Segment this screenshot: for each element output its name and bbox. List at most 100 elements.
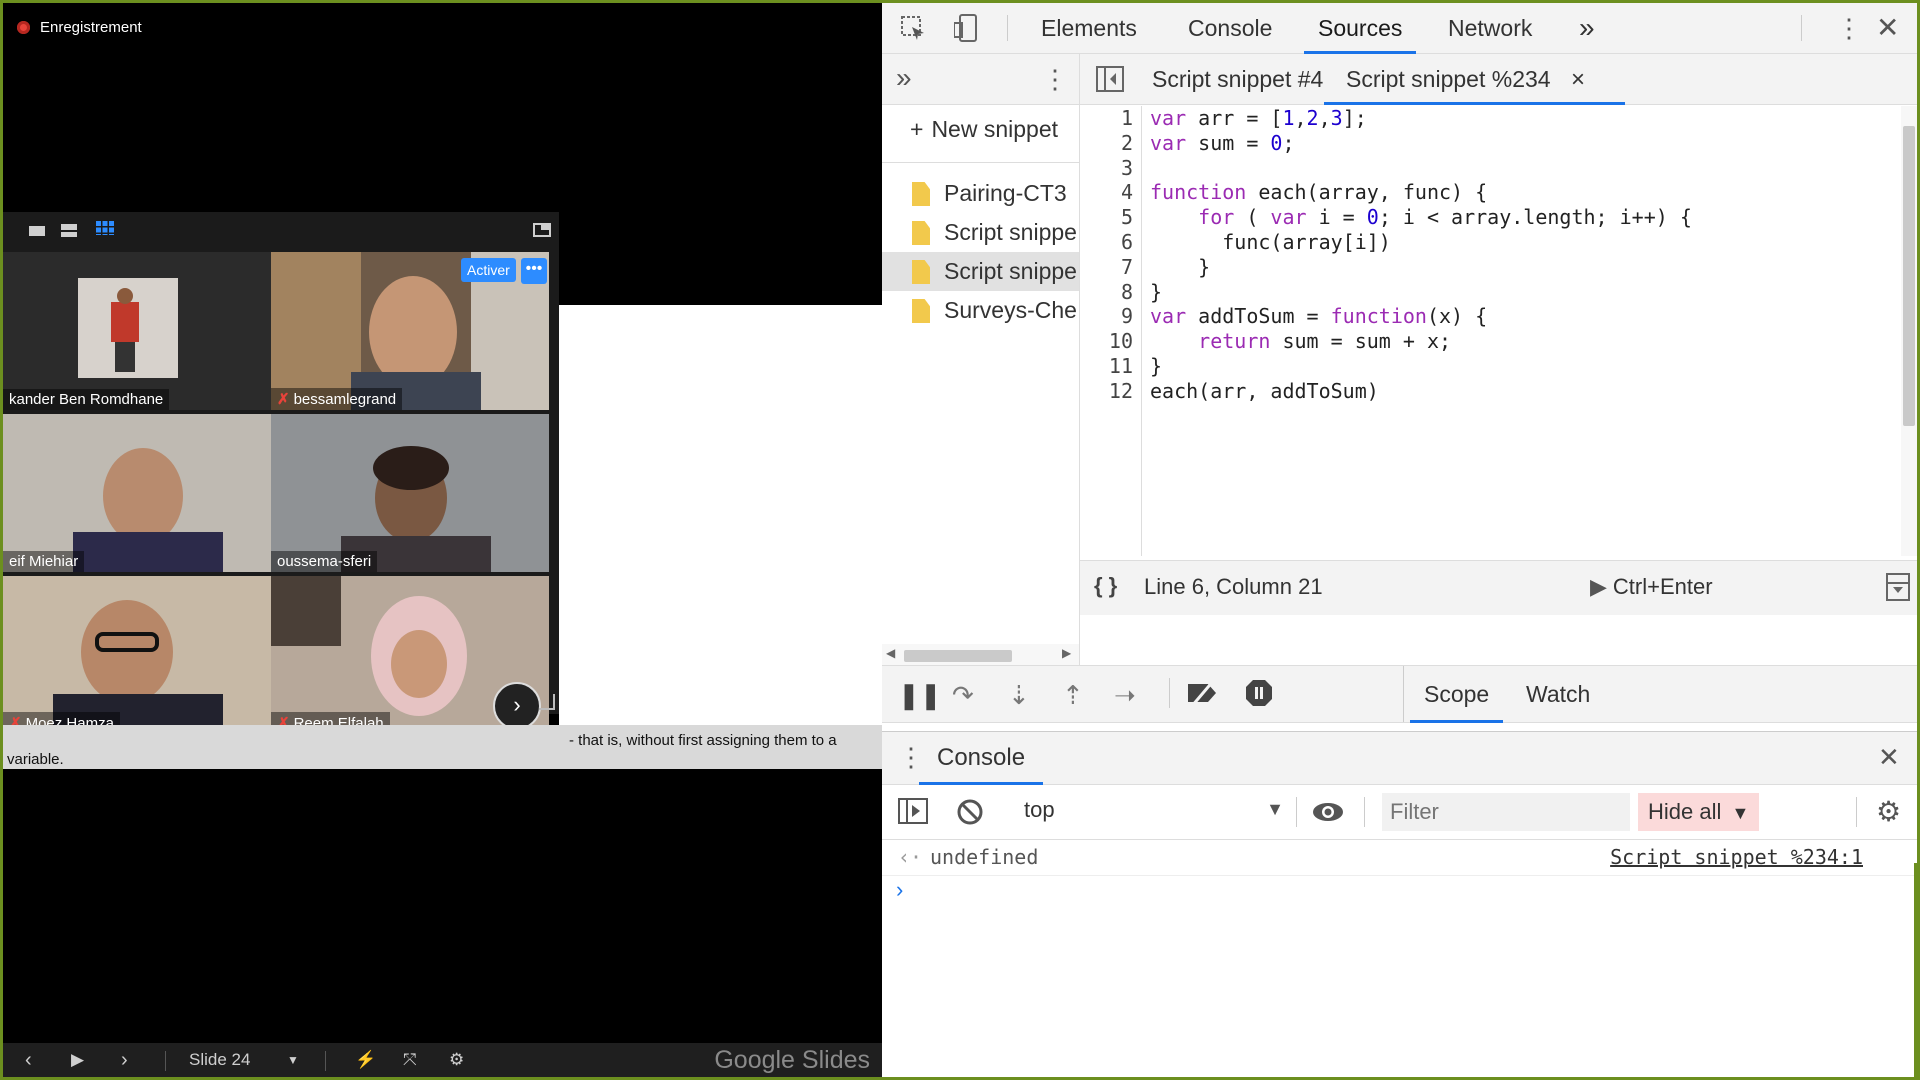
code-line[interactable]: } xyxy=(1150,280,1890,305)
slide-number-select[interactable]: Slide 24 xyxy=(189,1043,250,1077)
speaker-view-icon[interactable] xyxy=(29,226,45,240)
line-number: 7 xyxy=(1120,254,1133,279)
snippet-file[interactable]: Script snippe xyxy=(882,213,1079,252)
pause-icon[interactable]: ❚❚ xyxy=(898,680,942,711)
more-panes-icon[interactable]: » xyxy=(896,62,912,94)
settings-icon[interactable]: ⚙ xyxy=(449,1043,464,1077)
scroll-left-icon[interactable]: ◀ xyxy=(886,646,895,660)
pretty-print-icon[interactable]: { } xyxy=(1094,573,1117,599)
code-line[interactable]: var arr = [1,2,3]; xyxy=(1150,106,1890,131)
play-icon[interactable]: ▶ xyxy=(71,1043,84,1077)
code-line[interactable]: return sum = sum + x; xyxy=(1150,329,1890,354)
code-line[interactable]: for ( var i = 0; i < array.length; i++) … xyxy=(1150,205,1890,230)
pause-on-exceptions-icon[interactable] xyxy=(1244,678,1274,708)
next-slide-icon[interactable]: › xyxy=(121,1043,128,1077)
gallery-view-icon[interactable] xyxy=(96,221,114,235)
code-line[interactable]: var addToSum = function(x) { xyxy=(1150,304,1890,329)
step-over-icon[interactable]: ↷ xyxy=(952,680,974,711)
snippet-file-icon xyxy=(912,221,930,245)
mic-muted-icon: ✗ xyxy=(277,391,290,408)
code-line[interactable]: } xyxy=(1150,354,1890,379)
device-toolbar-icon[interactable] xyxy=(954,13,980,43)
inspect-element-icon[interactable] xyxy=(900,15,926,41)
participant-name: ✗ bessamlegrand xyxy=(271,388,403,410)
previous-slide-icon[interactable]: ‹ xyxy=(25,1043,32,1077)
navigator-menu-icon[interactable]: ⋮ xyxy=(1042,64,1068,95)
step-out-icon[interactable]: ⇡ xyxy=(1062,680,1084,711)
drawer-menu-icon[interactable]: ⋮ xyxy=(898,742,924,773)
new-snippet-button[interactable]: + New snippet xyxy=(910,116,1058,143)
code-line[interactable]: } xyxy=(1150,255,1890,280)
toggle-debugger-icon[interactable] xyxy=(1886,573,1910,601)
kebab-menu-icon[interactable]: ⋮ xyxy=(1836,13,1862,44)
run-snippet-button[interactable]: ▶ Ctrl+Enter xyxy=(1590,574,1713,600)
participant-tile[interactable]: oussema-sferi xyxy=(271,414,549,572)
scrollbar-thumb[interactable] xyxy=(904,650,1012,662)
recording-indicator[interactable]: Enregistrement xyxy=(17,19,142,36)
console-output-value: undefined xyxy=(930,845,1039,869)
editor-tab[interactable]: Script snippet #4 xyxy=(1152,54,1323,104)
chevron-down-icon[interactable]: ▼ xyxy=(287,1043,299,1077)
participant-video xyxy=(3,414,281,572)
close-drawer-icon[interactable]: ✕ xyxy=(1878,742,1900,773)
participant-tile[interactable]: ✗ Moez Hamza xyxy=(3,576,281,734)
snippet-file[interactable]: Surveys-Che xyxy=(882,291,1079,330)
console-prompt[interactable]: › xyxy=(896,877,903,903)
editor-tabs: Script snippet #4 Script snippet %234 × xyxy=(1080,54,1917,105)
editor-scrollbar[interactable] xyxy=(1901,106,1917,556)
code-line[interactable]: function each(array, func) { xyxy=(1150,180,1890,205)
code-content[interactable]: var arr = [1,2,3]; var sum = 0; function … xyxy=(1150,106,1890,556)
tab-scope[interactable]: Scope xyxy=(1409,666,1504,723)
source-link[interactable]: Script snippet %234:1 xyxy=(1610,845,1863,869)
tab-network[interactable]: Network xyxy=(1448,3,1532,53)
scrollbar-thumb[interactable] xyxy=(1903,126,1915,426)
more-tabs-icon[interactable]: » xyxy=(1579,3,1595,53)
context-select[interactable]: top ▼ xyxy=(1024,797,1284,827)
tab-console[interactable]: Console xyxy=(1188,3,1272,53)
step-icon[interactable]: ➝ xyxy=(1114,680,1136,711)
divider xyxy=(882,162,1079,163)
presentation-area: Enregistrement kander Ben Romdhane ✗ bes… xyxy=(3,3,882,1077)
code-line[interactable]: each(arr, addToSum) xyxy=(1150,379,1890,404)
live-expression-eye-icon[interactable] xyxy=(1312,801,1344,823)
activate-button[interactable]: Activer xyxy=(461,258,516,282)
zoom-gallery-window[interactable]: kander Ben Romdhane ✗ bessamlegrand Activ… xyxy=(3,212,559,734)
snippet-file-icon xyxy=(912,299,930,323)
strip-view-icon[interactable] xyxy=(61,223,77,237)
show-sidebar-icon[interactable] xyxy=(898,798,928,824)
scroll-right-icon[interactable]: ▶ xyxy=(1062,646,1071,660)
editor-tab-active[interactable]: Script snippet %234 × xyxy=(1324,54,1625,105)
participant-tile[interactable]: kander Ben Romdhane xyxy=(3,252,281,410)
fullscreen-exit-icon[interactable]: ⤧ xyxy=(403,1043,417,1077)
tab-console-drawer[interactable]: Console xyxy=(918,732,1044,785)
snippet-file[interactable]: Pairing-CT3 xyxy=(882,174,1079,213)
close-tab-icon[interactable]: × xyxy=(1571,66,1585,93)
close-devtools-icon[interactable]: ✕ xyxy=(1876,11,1899,44)
filter-input[interactable] xyxy=(1382,793,1630,831)
log-levels-dropdown[interactable]: Hide all ▼ xyxy=(1638,793,1760,831)
slide-caption: - that is, without first assigning them … xyxy=(3,725,882,769)
tab-sources[interactable]: Sources xyxy=(1303,3,1417,54)
tab-watch[interactable]: Watch xyxy=(1526,666,1590,722)
snippet-file-icon xyxy=(912,182,930,206)
resize-handle[interactable] xyxy=(539,694,555,710)
code-line[interactable]: var sum = 0; xyxy=(1150,131,1890,156)
code-line[interactable]: func(array[i]) xyxy=(1150,230,1890,255)
code-line[interactable] xyxy=(1150,156,1890,181)
exit-minimize-icon[interactable] xyxy=(533,223,551,237)
navigator-scrollbar[interactable]: ◀ ▶ xyxy=(882,644,1079,665)
more-options-icon[interactable]: ••• xyxy=(521,258,547,284)
toggle-navigator-icon[interactable] xyxy=(1096,66,1124,92)
navigator-header: » ⋮ xyxy=(882,54,1079,105)
laser-pointer-icon[interactable]: ⚡ xyxy=(355,1043,376,1077)
participant-tile-active-speaker[interactable]: eif Miehiar xyxy=(3,414,281,572)
next-page-icon[interactable]: › xyxy=(493,682,541,730)
console-settings-icon[interactable]: ⚙ xyxy=(1876,795,1901,828)
snippet-file-selected[interactable]: Script snippe xyxy=(882,252,1079,291)
deactivate-breakpoints-icon[interactable] xyxy=(1186,680,1220,706)
step-into-icon[interactable]: ⇣ xyxy=(1008,680,1030,711)
divider xyxy=(165,1051,166,1071)
dropdown-arrow-icon: ▼ xyxy=(1731,803,1750,823)
tab-elements[interactable]: Elements xyxy=(1041,3,1137,53)
clear-console-icon[interactable] xyxy=(956,798,984,826)
